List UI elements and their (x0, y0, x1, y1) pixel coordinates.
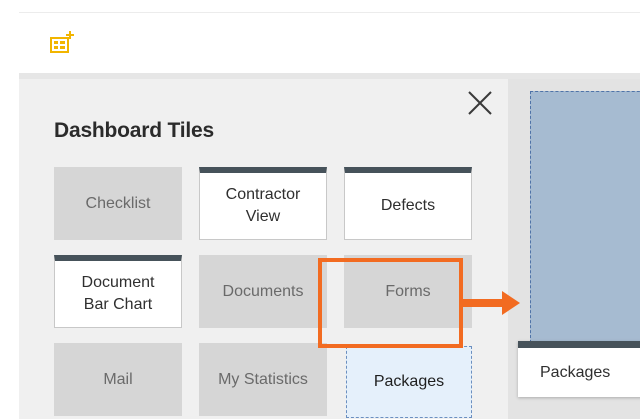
drop-zone[interactable] (530, 91, 640, 353)
tile-label: Defects (380, 197, 436, 214)
tile-document-bar-chart[interactable]: Document Bar Chart (54, 255, 182, 328)
tile-my-statistics[interactable]: My Statistics (199, 343, 327, 416)
tile-label: Packages (373, 373, 445, 390)
toolbar (19, 12, 640, 74)
left-gutter (0, 0, 19, 419)
add-tile-icon (50, 31, 74, 53)
add-tile-button[interactable] (50, 30, 76, 54)
tile-label: Document Bar Chart (81, 274, 155, 313)
close-icon (468, 91, 492, 115)
tile-checklist[interactable]: Checklist (54, 167, 182, 240)
panel-title: Dashboard Tiles (54, 119, 214, 142)
dashboard-editor: Dashboard Tiles Checklist Contractor Vie… (0, 0, 640, 419)
tile-label: Documents (222, 282, 304, 300)
dragged-tile-label: Packages (540, 363, 611, 381)
tile-contractor-view[interactable]: Contractor View (199, 167, 327, 240)
tile-documents[interactable]: Documents (199, 255, 327, 328)
tile-mail[interactable]: Mail (54, 343, 182, 416)
tile-defects[interactable]: Defects (344, 167, 472, 240)
dragged-tile-preview[interactable]: Packages (518, 341, 640, 397)
tile-label: My Statistics (218, 370, 308, 388)
tile-label: Contractor View (225, 186, 301, 225)
dashboard-canvas: Packages (508, 79, 640, 419)
tile-label: Mail (103, 370, 133, 388)
dashboard-tiles-panel: Dashboard Tiles Checklist Contractor Vie… (19, 79, 508, 419)
drag-source-highlight (318, 258, 463, 348)
tile-packages[interactable]: Packages (346, 346, 472, 418)
tile-label: Checklist (85, 194, 151, 212)
close-panel-button[interactable] (466, 89, 494, 117)
drag-arrow-icon (462, 291, 520, 315)
